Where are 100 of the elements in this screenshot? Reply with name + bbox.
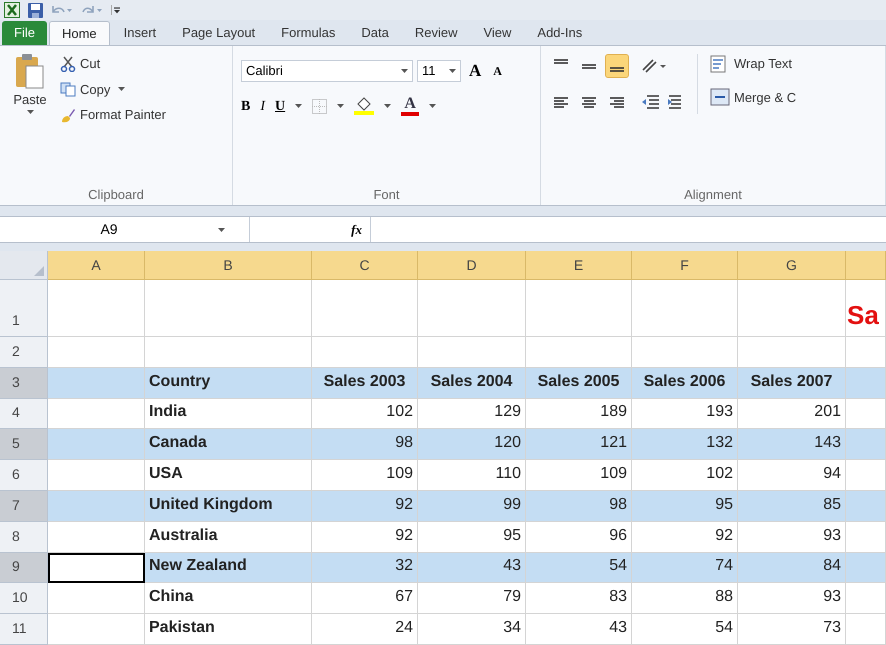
table-cell[interactable]: 93: [738, 522, 846, 553]
row-header[interactable]: 1: [0, 280, 48, 338]
table-cell[interactable]: 121: [526, 429, 632, 460]
table-cell[interactable]: 95: [632, 491, 738, 522]
table-cell[interactable]: 43: [418, 552, 526, 584]
table-cell[interactable]: 73: [738, 614, 846, 645]
table-cell[interactable]: 99: [418, 491, 526, 522]
spreadsheet-app-icon[interactable]: [4, 2, 20, 18]
ribbon-tab[interactable]: Page Layout: [170, 21, 268, 45]
bold-button[interactable]: B: [241, 96, 250, 116]
table-cell[interactable]: 94: [738, 460, 846, 492]
font-color-button[interactable]: A: [401, 96, 420, 116]
row-header[interactable]: 7: [0, 491, 48, 522]
table-cell[interactable]: 92: [632, 522, 738, 553]
ribbon-tab[interactable]: View: [471, 21, 524, 45]
redo-icon[interactable]: [81, 4, 103, 16]
table-cell[interactable]: Sales 2005: [526, 368, 632, 399]
row-header[interactable]: 4: [0, 398, 48, 430]
table-cell[interactable]: 96: [526, 522, 632, 553]
table-cell[interactable]: Australia: [145, 522, 312, 553]
wrap-text-button[interactable]: Wrap Text: [710, 54, 796, 74]
table-cell[interactable]: India: [145, 398, 312, 430]
table-cell[interactable]: 54: [526, 552, 632, 584]
table-cell[interactable]: Sales 2006: [632, 368, 738, 399]
table-cell[interactable]: 110: [418, 460, 526, 492]
table-cell[interactable]: 32: [312, 552, 418, 584]
save-icon[interactable]: [28, 2, 43, 18]
table-cell[interactable]: Canada: [145, 429, 312, 460]
ribbon-tab[interactable]: Review: [402, 21, 470, 45]
table-cell[interactable]: New Zealand: [145, 552, 312, 584]
ribbon-tab[interactable]: Formulas: [269, 21, 348, 45]
table-cell[interactable]: 24: [312, 614, 418, 645]
table-cell[interactable]: 88: [632, 583, 738, 614]
table-cell[interactable]: Pakistan: [145, 614, 312, 645]
text-orientation-icon[interactable]: [641, 58, 667, 74]
table-cell[interactable]: 85: [738, 491, 846, 522]
italic-button[interactable]: I: [260, 96, 266, 116]
alignment-button[interactable]: [605, 54, 629, 78]
row-header[interactable]: 11: [0, 614, 48, 645]
row-header[interactable]: 3: [0, 368, 48, 399]
table-cell[interactable]: 120: [418, 429, 526, 460]
underline-button[interactable]: U: [275, 96, 286, 116]
grow-font-button[interactable]: A: [465, 58, 486, 84]
table-cell[interactable]: 98: [312, 429, 418, 460]
table-cell[interactable]: 92: [312, 522, 418, 553]
table-cell[interactable]: 129: [418, 398, 526, 430]
table-cell[interactable]: Sales 2003: [312, 368, 418, 399]
table-cell[interactable]: 43: [526, 614, 632, 645]
insert-function-label[interactable]: fx: [351, 220, 362, 240]
name-box[interactable]: A9: [0, 217, 250, 242]
table-cell[interactable]: [48, 552, 145, 584]
file-tab[interactable]: File: [2, 21, 47, 45]
row-header[interactable]: 2: [0, 337, 48, 368]
table-cell[interactable]: 193: [632, 398, 738, 430]
table-cell[interactable]: 132: [632, 429, 738, 460]
fill-color-icon[interactable]: [354, 97, 374, 115]
table-cell[interactable]: 201: [738, 398, 846, 430]
table-cell[interactable]: 34: [418, 614, 526, 645]
table-cell[interactable]: 102: [632, 460, 738, 492]
copy-button[interactable]: Copy: [60, 80, 166, 99]
borders-icon[interactable]: [312, 98, 328, 114]
table-cell[interactable]: 109: [312, 460, 418, 492]
table-cell[interactable]: 83: [526, 583, 632, 614]
ribbon-tab[interactable]: Data: [349, 21, 401, 45]
table-cell[interactable]: 93: [738, 583, 846, 614]
font-size-field[interactable]: 11: [417, 60, 461, 82]
table-cell[interactable]: 143: [738, 429, 846, 460]
table-cell[interactable]: Sales 2007: [738, 368, 846, 399]
table-cell[interactable]: 102: [312, 398, 418, 430]
ribbon-tab[interactable]: Insert: [112, 21, 168, 45]
table-cell[interactable]: 54: [632, 614, 738, 645]
table-cell[interactable]: Country: [145, 368, 312, 399]
customize-toolbar-icon[interactable]: [111, 5, 120, 15]
table-cell[interactable]: 67: [312, 583, 418, 614]
table-cell[interactable]: 84: [738, 552, 846, 584]
cut-button[interactable]: Cut: [60, 54, 166, 74]
table-cell[interactable]: China: [145, 583, 312, 614]
format-painter-button[interactable]: Format Painter: [60, 105, 166, 124]
row-header[interactable]: 5: [0, 429, 48, 460]
ribbon-tab[interactable]: Add-Ins: [525, 21, 594, 45]
table-cell[interactable]: 92: [312, 491, 418, 522]
row-header[interactable]: 8: [0, 522, 48, 553]
table-cell[interactable]: Sales 2004: [418, 368, 526, 399]
paste-button[interactable]: Paste: [8, 54, 52, 124]
table-cell[interactable]: 189: [526, 398, 632, 430]
row-header[interactable]: 6: [0, 460, 48, 492]
table-cell[interactable]: 98: [526, 491, 632, 522]
table-cell[interactable]: 79: [418, 583, 526, 614]
select-all-button[interactable]: [0, 251, 48, 280]
table-cell[interactable]: United Kingdom: [145, 491, 312, 522]
undo-icon[interactable]: [51, 4, 73, 16]
font-name-field[interactable]: Calibri: [241, 60, 413, 82]
shrink-font-button[interactable]: A: [489, 62, 506, 80]
table-cell[interactable]: USA: [145, 460, 312, 492]
table-cell[interactable]: 109: [526, 460, 632, 492]
row-header[interactable]: 9: [0, 552, 48, 584]
row-header[interactable]: 10: [0, 583, 48, 614]
table-cell[interactable]: 74: [632, 552, 738, 584]
merge-button[interactable]: Merge & C: [710, 88, 796, 107]
table-cell[interactable]: 95: [418, 522, 526, 553]
